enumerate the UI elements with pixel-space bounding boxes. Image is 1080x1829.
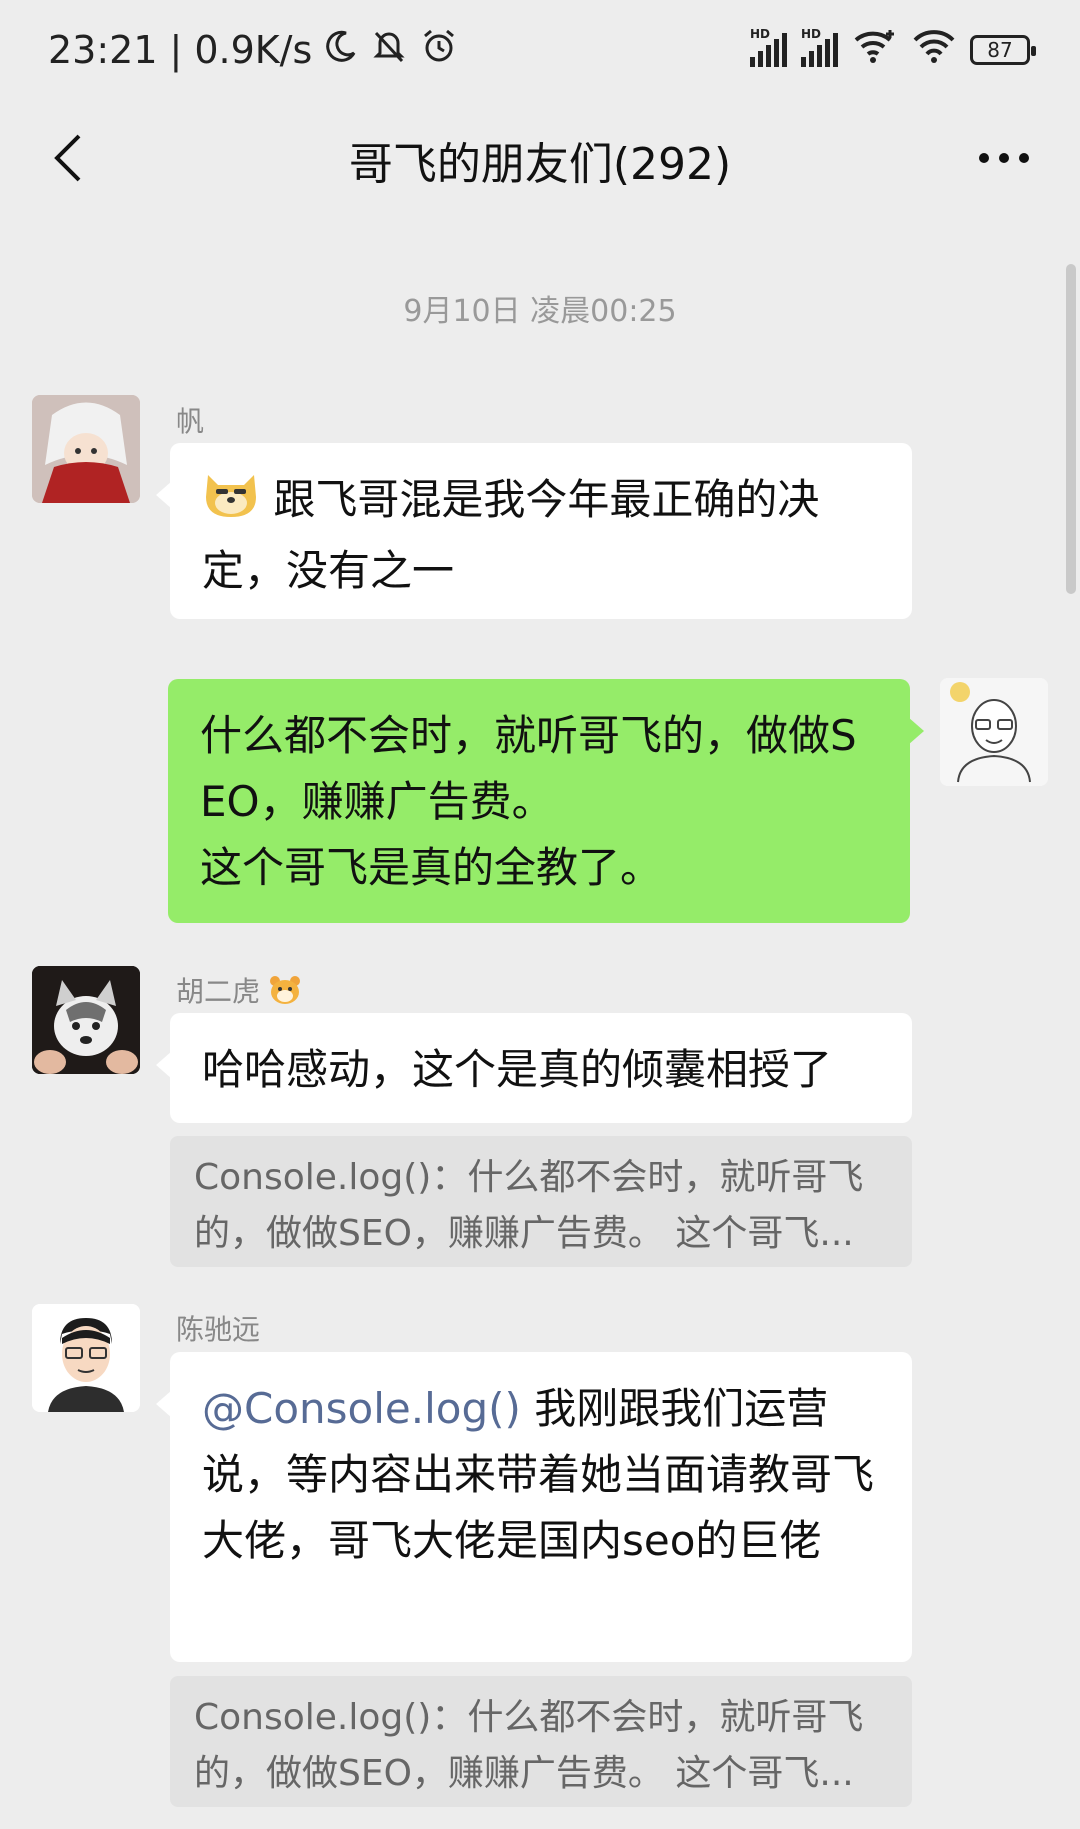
sender-name: 陈驰远 — [176, 1313, 261, 1346]
separator: | — [169, 28, 183, 72]
sender-name-text: 胡二虎 — [176, 975, 261, 1008]
status-bar: 23:21 | 0.9K/s HD HD 87 — [0, 0, 1080, 100]
moon-icon — [324, 28, 358, 72]
message-text-line: 这个哥飞是真的全教了。 — [200, 843, 663, 892]
message-bubble[interactable]: 哈哈感动，这个是真的倾囊相授了 — [156, 1013, 912, 1123]
anime-avatar-icon — [32, 395, 140, 503]
sender-name: 帆 — [176, 405, 205, 438]
network-speed: 0.9K/s — [194, 28, 313, 72]
wifi-plus-icon — [852, 28, 898, 73]
battery-icon: 87 — [970, 35, 1036, 65]
message-text: 哈哈感动，这个是真的倾囊相授了 — [202, 1045, 833, 1094]
message-text: 跟飞哥混是我今年最正确的决定，没有之一 — [202, 475, 820, 595]
quoted-message[interactable]: Console.log()：什么都不会时，就听哥飞的，做做SEO，赚赚广告费。 … — [170, 1676, 912, 1807]
wifi-icon — [912, 28, 956, 73]
status-left: 23:21 | 0.9K/s — [48, 27, 458, 74]
more-options-icon[interactable] — [964, 128, 1044, 188]
chat-header: 哥飞的朋友们(292) — [0, 100, 1080, 220]
clock: 23:21 — [48, 28, 158, 72]
avatar-hu-erhu[interactable] — [32, 966, 140, 1074]
doge-emoji-icon — [202, 467, 260, 538]
sender-name: 胡二虎 — [176, 970, 301, 1012]
avatar-self[interactable] — [940, 678, 1048, 786]
battery-level: 87 — [987, 38, 1013, 62]
cartoon-avatar-icon — [940, 678, 1048, 786]
avatar-chen-chiyuan[interactable] — [32, 1304, 140, 1412]
signal-hd-1-icon: HD — [750, 27, 787, 67]
tiger-emoji-icon — [269, 975, 301, 1012]
cartoon-man-avatar-icon — [32, 1304, 140, 1412]
message-bubble-own[interactable]: 什么都不会时，就听哥飞的，做做SEO，赚赚广告费。 这个哥飞是真的全教了。 — [168, 679, 924, 923]
back-arrow-icon[interactable] — [38, 128, 98, 188]
message-timestamp: 9月10日 凌晨00:25 — [403, 294, 677, 329]
avatar-fan[interactable] — [32, 395, 140, 503]
signal-hd-2-icon: HD — [801, 27, 838, 67]
chat-title: 哥飞的朋友们(292) — [348, 139, 732, 190]
status-right: HD HD 87 — [750, 27, 1036, 73]
quoted-message[interactable]: Console.log()：什么都不会时，就听哥飞的，做做SEO，赚赚广告费。 … — [170, 1136, 912, 1267]
mute-bell-icon — [370, 27, 408, 74]
message-bubble[interactable]: 跟飞哥混是我今年最正确的决定，没有之一 — [156, 443, 912, 619]
message-bubble[interactable]: @Console.log() 我刚跟我们运营说，等内容出来带着她当面请教哥飞大佬… — [156, 1352, 912, 1662]
mention-link[interactable]: @Console.log() — [202, 1384, 521, 1433]
message-text-line: 什么都不会时，就听哥飞的，做做SEO，赚赚广告费。 — [200, 711, 857, 826]
husky-avatar-icon — [32, 966, 140, 1074]
alarm-icon — [420, 27, 458, 74]
